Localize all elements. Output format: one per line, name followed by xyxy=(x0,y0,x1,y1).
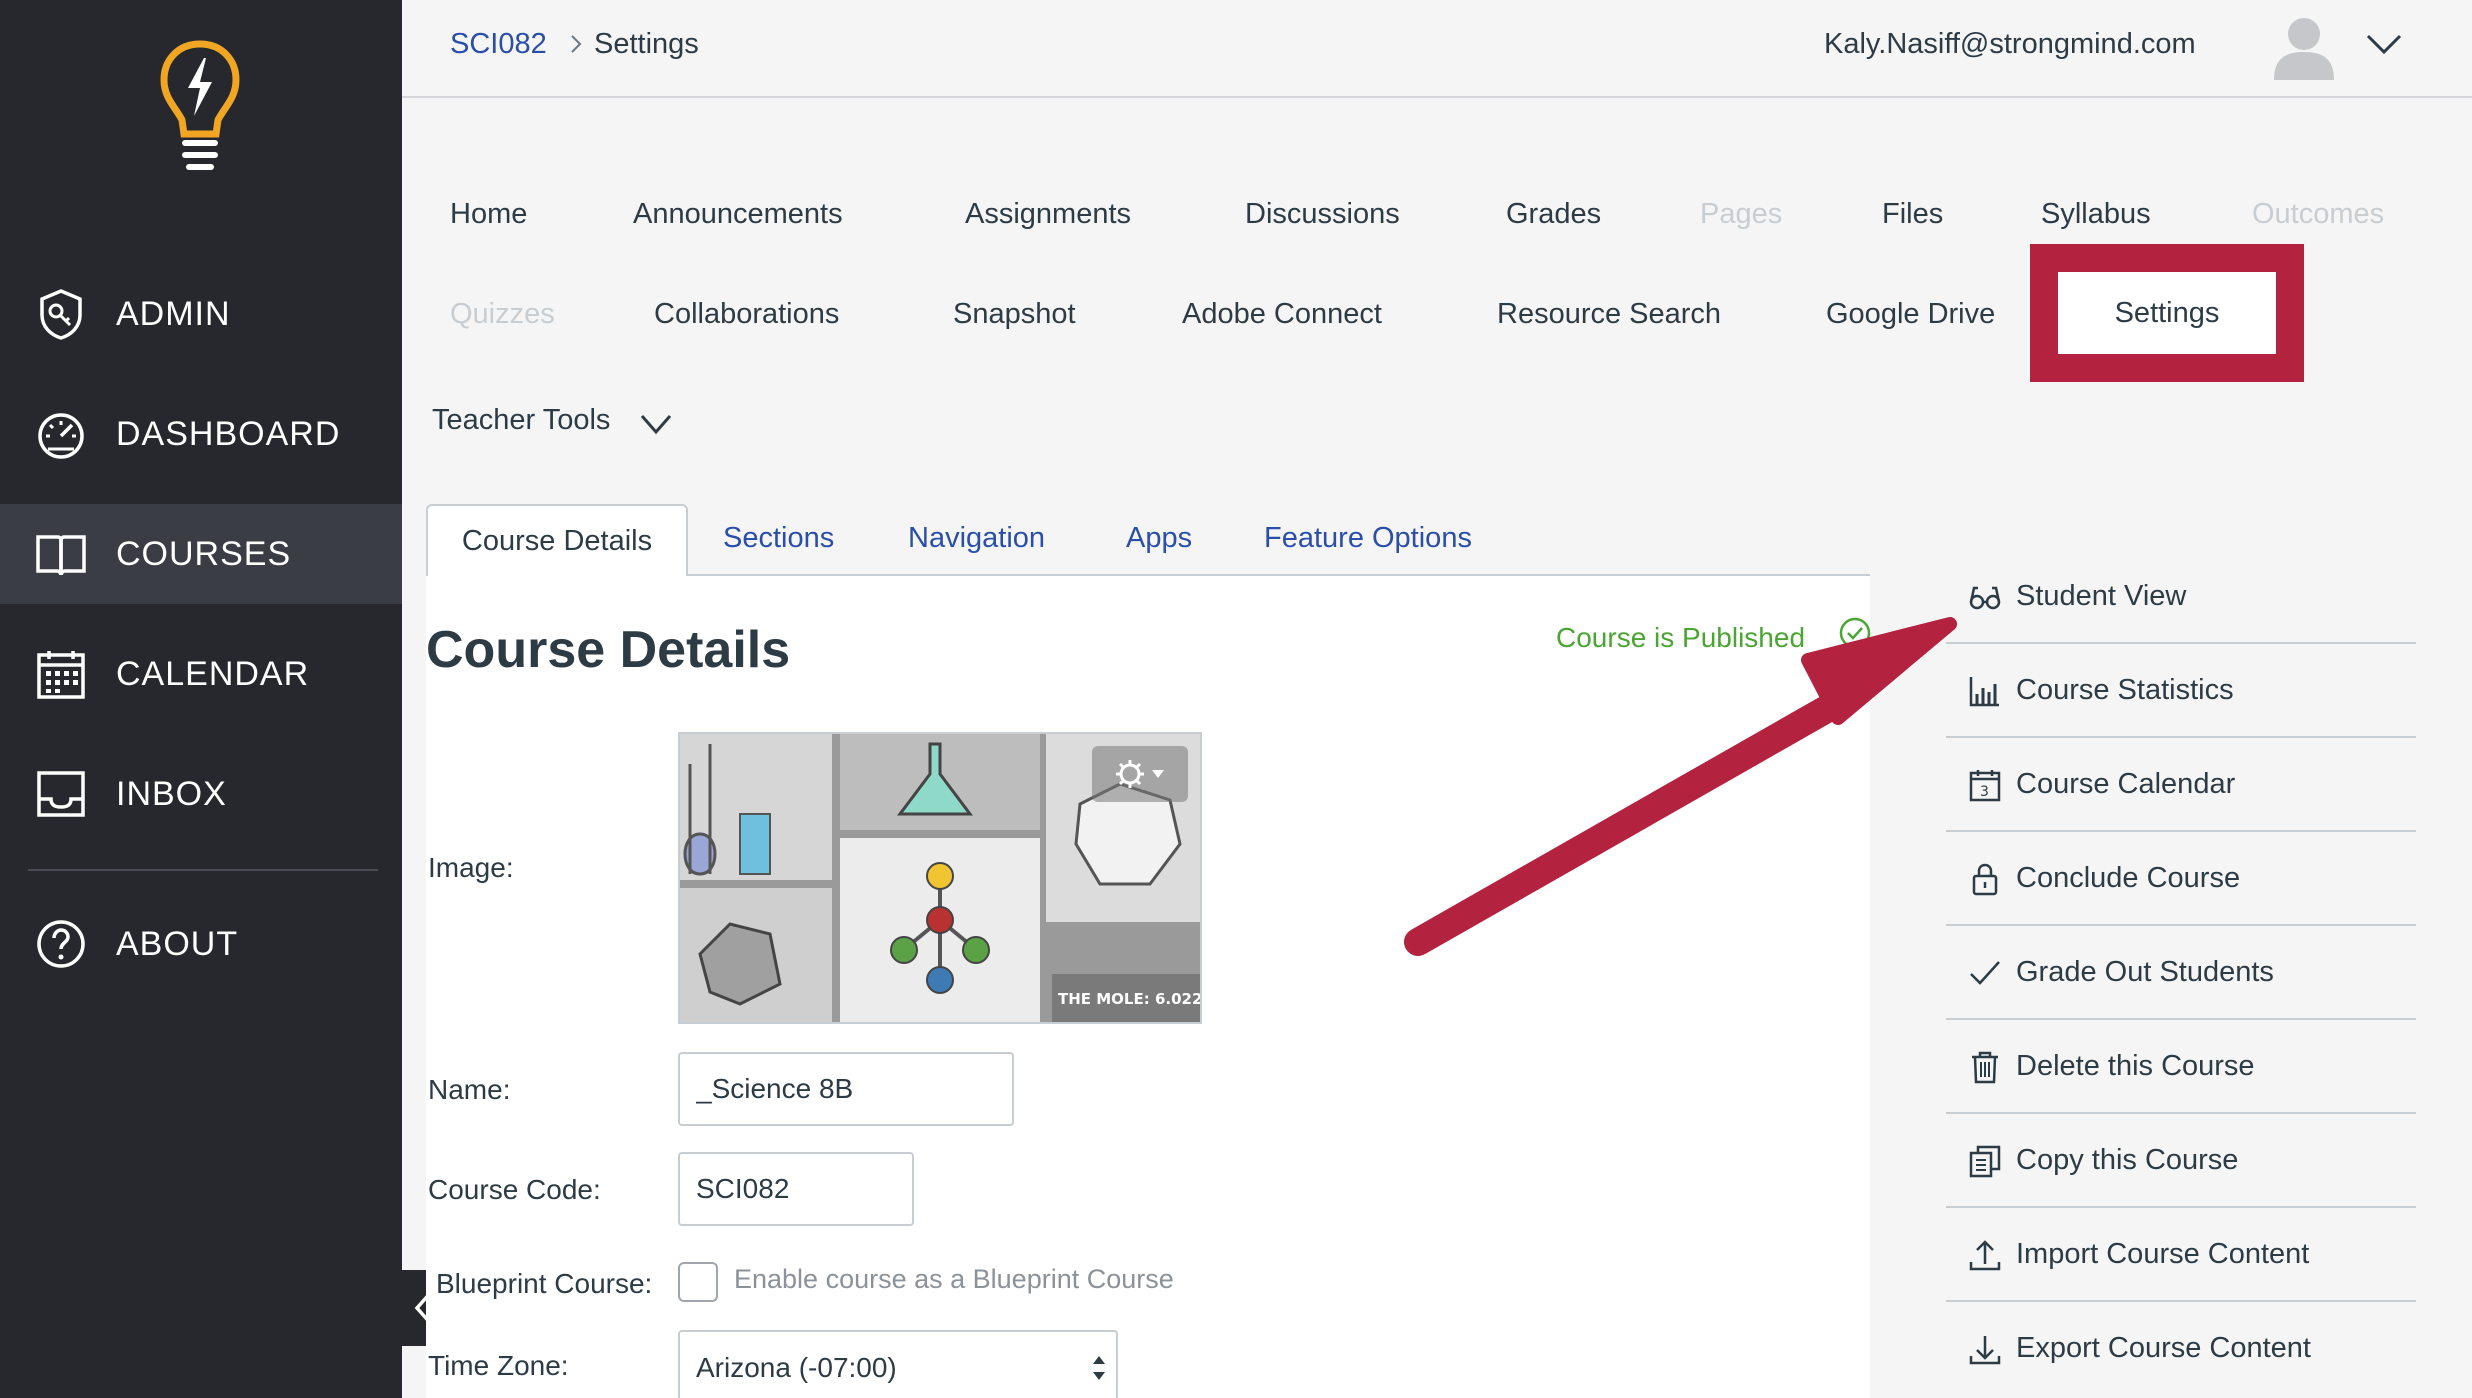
course-nav-resource-search[interactable]: Resource Search xyxy=(1497,298,1721,331)
teacher-tools-menu[interactable]: Teacher Tools xyxy=(432,404,610,437)
course-name-input[interactable] xyxy=(678,1052,1014,1126)
chevron-down-icon[interactable] xyxy=(2364,28,2404,60)
svg-text:3: 3 xyxy=(1980,784,1989,800)
calendar-icon xyxy=(37,651,85,699)
course-nav-syllabus[interactable]: Syllabus xyxy=(2041,198,2151,231)
action-label: Import Course Content xyxy=(2016,1238,2310,1270)
course-nav-adobe-connect[interactable]: Adobe Connect xyxy=(1182,298,1382,331)
lightbulb-logo-icon[interactable] xyxy=(158,40,242,176)
calendar-day-icon: 3 xyxy=(1969,770,2001,802)
lock-icon xyxy=(1972,863,1998,896)
tab-navigation[interactable]: Navigation xyxy=(908,522,1045,555)
course-nav-grades[interactable]: Grades xyxy=(1506,198,1601,231)
course-nav-settings[interactable]: Settings xyxy=(2058,272,2276,354)
course-nav-quizzes: Quizzes xyxy=(450,298,555,330)
tab-course-details[interactable]: Course Details xyxy=(426,504,688,576)
copy-course-button[interactable]: Copy this Course xyxy=(1946,1114,2416,1208)
published-status: Course is Published xyxy=(1556,622,1806,653)
check-circle-icon xyxy=(1839,617,1871,649)
breadcrumb-chevron-icon xyxy=(571,35,582,53)
nav-divider xyxy=(28,869,378,871)
delete-course-button[interactable]: Delete this Course xyxy=(1946,1020,2416,1114)
image-caption: THE MOLE: 6.022 xyxy=(1058,990,1200,1008)
speedometer-icon xyxy=(38,413,84,459)
tab-sections[interactable]: Sections xyxy=(723,522,834,555)
import-course-content-button[interactable]: Import Course Content xyxy=(1946,1208,2416,1302)
trash-icon xyxy=(1972,1051,1998,1084)
course-nav-snapshot[interactable]: Snapshot xyxy=(953,298,1076,331)
course-nav-collaborations[interactable]: Collaborations xyxy=(654,298,839,331)
inbox-tray-icon xyxy=(37,771,85,817)
time-zone-label: Time Zone: xyxy=(428,1350,569,1381)
nav-label-courses: COURSES xyxy=(116,534,292,573)
open-book-icon xyxy=(36,535,86,576)
action-label: Course Statistics xyxy=(2016,674,2234,706)
time-zone-value: Arizona (-07:00) xyxy=(696,1352,897,1383)
avatar[interactable] xyxy=(2268,10,2340,82)
blueprint-checkbox-label[interactable]: Enable course as a Blueprint Course xyxy=(734,1264,1174,1295)
course-nav-discussions[interactable]: Discussions xyxy=(1245,198,1400,231)
nav-item-inbox[interactable]: INBOX xyxy=(0,744,402,844)
nav-label-inbox: INBOX xyxy=(116,774,227,813)
action-label: Course Calendar xyxy=(2016,768,2236,800)
course-nav-files[interactable]: Files xyxy=(1882,198,1943,231)
image-options-button[interactable] xyxy=(1092,746,1188,802)
course-nav-assignments[interactable]: Assignments xyxy=(965,198,1131,231)
upload-icon xyxy=(1969,1240,2001,1271)
nav-item-admin[interactable]: ADMIN xyxy=(0,264,402,364)
nav-label-calendar: CALENDAR xyxy=(116,654,310,693)
export-course-content-button[interactable]: Export Course Content xyxy=(1946,1302,2416,1396)
tab-apps[interactable]: Apps xyxy=(1126,522,1192,555)
blueprint-label: Blueprint Course: xyxy=(436,1268,653,1299)
blueprint-checkbox[interactable] xyxy=(678,1262,718,1302)
question-circle-icon xyxy=(37,920,85,968)
chevron-down-icon[interactable] xyxy=(638,410,674,438)
grade-out-students-button[interactable]: Grade Out Students xyxy=(1946,926,2416,1020)
course-nav-announcements[interactable]: Announcements xyxy=(633,198,843,231)
course-nav-google-drive[interactable]: Google Drive xyxy=(1826,298,1995,331)
user-email[interactable]: Kaly.Nasiff@strongmind.com xyxy=(1824,28,2196,61)
checkmark-icon xyxy=(1970,961,2000,985)
gear-icon xyxy=(1116,760,1164,788)
course-code-input[interactable] xyxy=(678,1152,914,1226)
action-label: Grade Out Students xyxy=(2016,956,2274,988)
page-title: Course Details xyxy=(426,621,791,679)
breadcrumb-course-link[interactable]: SCI082 xyxy=(450,28,547,61)
nav-item-about[interactable]: ABOUT xyxy=(0,894,402,994)
action-label: Delete this Course xyxy=(2016,1050,2255,1082)
download-icon xyxy=(1969,1336,2001,1365)
action-label: Conclude Course xyxy=(2016,862,2241,894)
action-label: Copy this Course xyxy=(2016,1144,2239,1176)
copy-icon xyxy=(1969,1145,2001,1178)
course-code-label: Course Code: xyxy=(428,1174,601,1205)
action-label: Student View xyxy=(2016,580,2187,612)
glasses-icon xyxy=(1969,586,2001,610)
bar-chart-icon xyxy=(1969,677,1999,707)
tab-feature-options[interactable]: Feature Options xyxy=(1264,522,1472,555)
course-nav-outcomes: Outcomes xyxy=(2252,198,2385,230)
course-calendar-button[interactable]: 3 Course Calendar xyxy=(1946,738,2416,832)
course-nav-home[interactable]: Home xyxy=(450,198,527,231)
course-nav-pages: Pages xyxy=(1700,198,1783,230)
breadcrumb-current: Settings xyxy=(594,28,699,60)
conclude-course-button[interactable]: Conclude Course xyxy=(1946,832,2416,926)
select-arrows-icon xyxy=(1093,1356,1105,1380)
nav-item-calendar[interactable]: CALENDAR xyxy=(0,624,402,724)
action-label: Export Course Content xyxy=(2016,1332,2311,1364)
nav-item-courses[interactable]: COURSES xyxy=(0,504,402,604)
global-nav-sidebar: ADMIN DASHBOARD COURSES CALENDAR INBOX A… xyxy=(0,0,402,1398)
course-statistics-button[interactable]: Course Statistics xyxy=(1946,644,2416,738)
time-zone-select[interactable]: Arizona (-07:00) xyxy=(678,1330,1118,1398)
name-label: Name: xyxy=(428,1074,511,1105)
shield-key-icon xyxy=(40,289,82,340)
student-view-button[interactable]: Student View xyxy=(1946,550,2416,644)
image-label: Image: xyxy=(428,852,514,883)
top-header: SCI082 Settings Kaly.Nasiff@strongmind.c… xyxy=(402,0,2472,98)
nav-item-dashboard[interactable]: DASHBOARD xyxy=(0,384,402,484)
nav-label-admin: ADMIN xyxy=(116,294,231,333)
nav-label-dashboard: DASHBOARD xyxy=(116,414,341,453)
nav-label-about: ABOUT xyxy=(116,924,239,963)
